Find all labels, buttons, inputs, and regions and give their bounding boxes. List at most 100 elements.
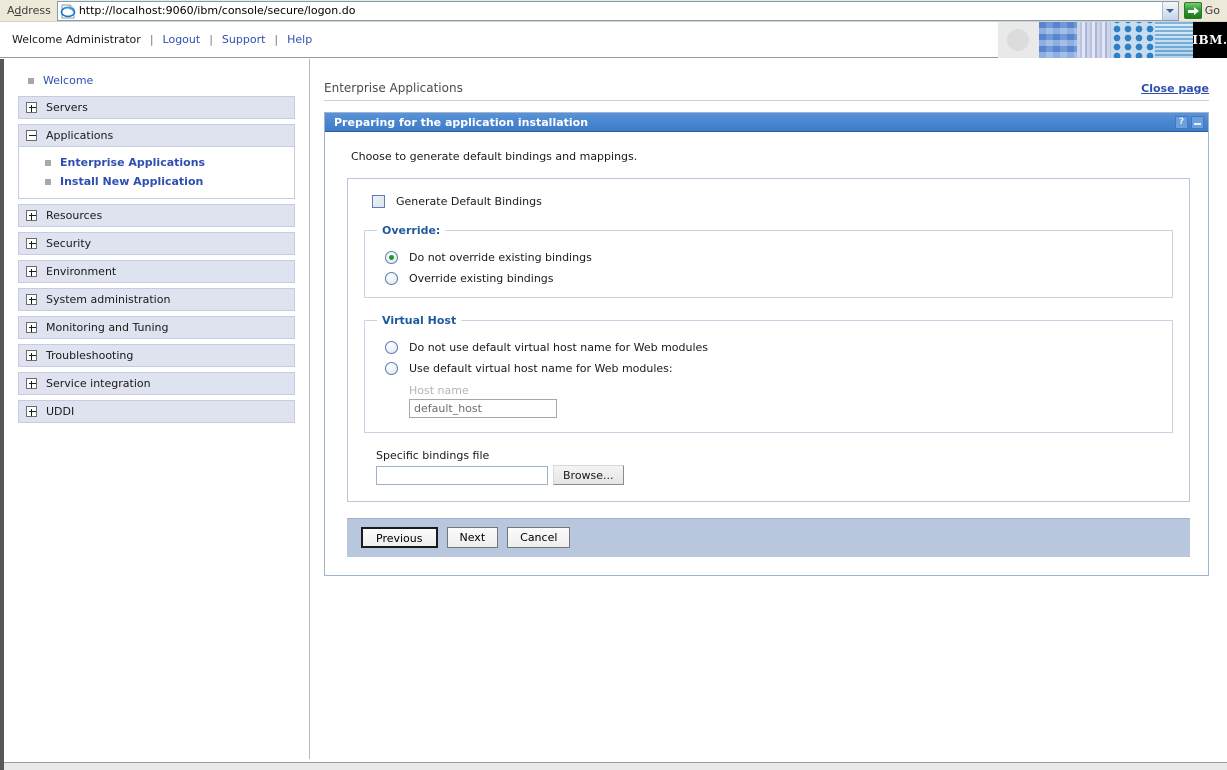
radio-override-existing[interactable]: Override existing bindings (385, 272, 1162, 285)
header-links: Welcome Administrator | Logout | Support… (0, 33, 312, 46)
sidebar-group-applications: Applications Enterprise Applications Ins… (18, 124, 295, 199)
panel-body: Choose to generate default bindings and … (325, 132, 1208, 557)
address-input[interactable]: http://localhost:9060/ibm/console/secure… (56, 0, 1162, 21)
sidebar-item-welcome[interactable]: Welcome (18, 73, 295, 96)
panel-intro-text: Choose to generate default bindings and … (351, 150, 638, 163)
address-label: Address (7, 4, 51, 17)
next-button[interactable]: Next (446, 527, 499, 548)
header-separator-2: | (209, 33, 213, 46)
chevron-down-icon (1166, 8, 1175, 13)
radio-label: Override existing bindings (409, 272, 554, 285)
sidebar-item-install-new-application[interactable]: Install New Application (19, 172, 294, 191)
help-link[interactable]: Help (287, 33, 312, 46)
panel-button-bar: Previous Next Cancel (347, 518, 1190, 557)
override-legend: Override: (382, 224, 441, 237)
radio-use-default-virtual-host[interactable]: Use default virtual host name for Web mo… (385, 362, 1162, 375)
go-button-label: Go (1204, 4, 1220, 17)
sidebar-group-uddi: UDDI (18, 400, 295, 423)
leaf-square-icon (28, 77, 34, 84)
sidebar-group-label: System administration (46, 293, 171, 306)
generate-default-bindings-checkbox[interactable]: Generate Default Bindings (372, 195, 1173, 208)
expand-plus-icon (26, 378, 37, 389)
radio-no-default-virtual-host[interactable]: Do not use default virtual host name for… (385, 341, 1162, 354)
expand-plus-icon (26, 294, 37, 305)
breadcrumb: Enterprise Applications (324, 81, 463, 95)
expand-plus-icon (26, 350, 37, 361)
radio-selected-icon (385, 251, 398, 264)
radio-label: Do not override existing bindings (409, 251, 592, 264)
sidebar-group-header[interactable]: UDDI (18, 400, 295, 423)
radio-unselected-icon (385, 341, 398, 354)
expand-plus-icon (26, 322, 37, 333)
sidebar-group-header[interactable]: System administration (18, 288, 295, 311)
ibm-banner-graphic: IBM. (998, 22, 1227, 58)
console-body: Welcome Servers Applications Enterprise … (0, 59, 1227, 770)
banner-blue-dot-grid-icon (1111, 22, 1155, 58)
radio-unselected-icon (385, 362, 398, 375)
radio-label: Do not use default virtual host name for… (409, 341, 709, 354)
welcome-text: Welcome Administrator (12, 33, 141, 46)
host-name-input[interactable] (409, 399, 557, 418)
banner-grey-circle-icon (998, 22, 1039, 58)
browse-button[interactable]: Browse... (553, 465, 624, 485)
sidebar-group-monitoring-and-tuning: Monitoring and Tuning (18, 316, 295, 339)
expand-plus-icon (26, 406, 37, 417)
sidebar-group-label: Service integration (46, 377, 151, 390)
expand-plus-icon (26, 238, 37, 249)
sidebar-group-environment: Environment (18, 260, 295, 283)
sidebar-group-label: Security (46, 237, 92, 250)
specific-bindings-file-row: Browse... (376, 465, 1173, 485)
main-content: Enterprise Applications Close page Prepa… (311, 59, 1227, 762)
ie-page-icon (60, 3, 76, 19)
header-separator-1: | (149, 33, 154, 46)
override-fieldset: Override: Do not override existing bindi… (364, 224, 1173, 298)
sidebar-group-header[interactable]: Applications (18, 124, 295, 147)
go-button[interactable]: Go (1179, 0, 1227, 22)
address-dropdown-button[interactable] (1161, 0, 1179, 21)
collapse-minus-icon (26, 130, 37, 141)
banner-vertical-stripes-icon (1077, 22, 1111, 58)
sidebar-item-label: Install New Application (60, 175, 204, 188)
expand-plus-icon (26, 210, 37, 221)
sidebar-group-header[interactable]: Security (18, 232, 295, 255)
cancel-button[interactable]: Cancel (507, 527, 571, 548)
header-separator-3: | (274, 33, 279, 46)
ibm-logo: IBM. (1192, 22, 1227, 58)
sidebar-group-servers: Servers (18, 96, 295, 119)
specific-bindings-file-input[interactable] (376, 465, 548, 485)
panel-title-bar: Preparing for the application installati… (325, 113, 1208, 132)
console-header: Welcome Administrator | Logout | Support… (0, 22, 1227, 58)
sidebar-group-header[interactable]: Service integration (18, 372, 295, 395)
sidebar-group-header[interactable]: Resources (18, 204, 295, 227)
previous-button[interactable]: Previous (361, 527, 438, 548)
browser-address-bar: Address http://localhost:9060/ibm/consol… (0, 0, 1227, 22)
sidebar-group-header[interactable]: Monitoring and Tuning (18, 316, 295, 339)
sidebar-group-label: Servers (46, 101, 88, 114)
panel-title: Preparing for the application installati… (334, 115, 589, 129)
banner-blue-checkerboard-icon (1039, 22, 1077, 58)
panel-bottom-padding (325, 557, 1208, 575)
banner-water-ripple-icon (1155, 22, 1193, 58)
virtual-host-fieldset: Virtual Host Do not use default virtual … (364, 314, 1173, 433)
sidebar-group-label: Troubleshooting (46, 349, 134, 362)
address-url-text: http://localhost:9060/ibm/console/secure… (78, 3, 356, 17)
help-icon[interactable]: ? (1175, 115, 1188, 129)
radio-unselected-icon (385, 272, 398, 285)
logout-link[interactable]: Logout (163, 33, 201, 46)
specific-bindings-file-group: Specific bindings file Browse... (376, 449, 1173, 485)
sidebar-subitems: Enterprise Applications Install New Appl… (18, 147, 295, 199)
support-link[interactable]: Support (222, 33, 265, 46)
sidebar-item-label: Enterprise Applications (60, 156, 206, 169)
minimize-icon[interactable] (1191, 115, 1204, 129)
sidebar-group-header[interactable]: Troubleshooting (18, 344, 295, 367)
sidebar-group-header[interactable]: Environment (18, 260, 295, 283)
specific-bindings-file-label: Specific bindings file (376, 449, 490, 462)
sidebar-item-enterprise-applications[interactable]: Enterprise Applications (19, 153, 294, 172)
sidebar-group-label: Applications (46, 129, 114, 142)
sidebar-group-label: UDDI (46, 405, 75, 418)
sidebar-group-header[interactable]: Servers (18, 96, 295, 119)
sidebar-group-security: Security (18, 232, 295, 255)
leaf-square-icon (45, 178, 51, 185)
radio-do-not-override[interactable]: Do not override existing bindings (385, 251, 1162, 264)
close-page-link[interactable]: Close page (1141, 82, 1209, 95)
